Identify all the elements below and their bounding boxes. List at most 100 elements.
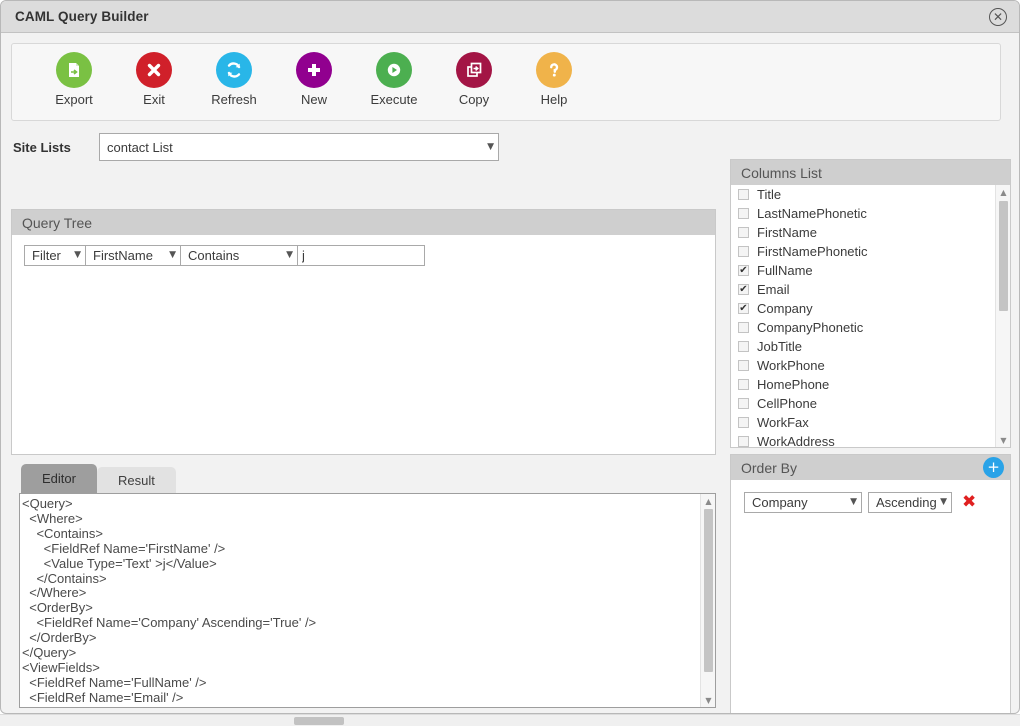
order-by-row: Company ▼ Ascending ▼ ✖: [731, 480, 1010, 513]
column-list-item[interactable]: WorkPhone: [731, 356, 1010, 375]
refresh-button-label: Refresh: [211, 92, 257, 107]
checkbox-unchecked-icon[interactable]: [738, 379, 749, 390]
column-list-item[interactable]: FirstName: [731, 223, 1010, 242]
query-tree-filter-row: Filter ▼ FirstName ▼ Contains ▼: [24, 245, 715, 266]
column-list-item[interactable]: WorkAddress: [731, 432, 1010, 447]
editor-textarea-container[interactable]: <Query> <Where> <Contains> <FieldRef Nam…: [19, 493, 716, 708]
checkbox-unchecked-icon[interactable]: [738, 189, 749, 200]
add-order-by-icon[interactable]: +: [983, 457, 1004, 478]
help-button[interactable]: Help: [514, 52, 594, 106]
filter-field-select[interactable]: FirstName ▼: [85, 245, 181, 266]
copy-button[interactable]: Copy: [434, 52, 514, 106]
editor-scroll-thumb[interactable]: [704, 509, 713, 672]
checkbox-unchecked-icon[interactable]: [738, 246, 749, 257]
exit-button-label: Exit: [143, 92, 165, 107]
checkbox-unchecked-icon[interactable]: [738, 208, 749, 219]
checkbox-unchecked-icon[interactable]: [738, 322, 749, 333]
filter-value-input[interactable]: [297, 245, 425, 266]
column-list-item-label: FirstName: [757, 225, 817, 240]
column-list-item-label: CompanyPhonetic: [757, 320, 864, 335]
column-list-item[interactable]: ✔ Email: [731, 280, 1010, 299]
site-lists-row: Site Lists contact List ▼: [13, 133, 499, 161]
close-window-icon[interactable]: ✕: [989, 7, 1007, 26]
export-button-label: Export: [55, 92, 93, 107]
editor-area: Editor Result <Query> <Where> <Contains>…: [11, 463, 716, 713]
column-list-item-label: HomePhone: [757, 377, 830, 392]
chevron-down-icon: ▼: [487, 141, 494, 152]
columns-items-container: Title LastNamePhonetic FirstName FirstNameP…: [731, 185, 1010, 447]
checkbox-checked-icon[interactable]: ✔: [738, 303, 749, 314]
new-button-label: New: [300, 92, 327, 107]
column-list-item[interactable]: LastNamePhonetic: [731, 204, 1010, 223]
checkbox-unchecked-icon[interactable]: [738, 417, 749, 428]
scroll-down-icon[interactable]: ▼: [996, 433, 1010, 447]
checkbox-unchecked-icon[interactable]: [738, 436, 749, 447]
columns-scroll-thumb[interactable]: [999, 201, 1008, 311]
column-list-item-label: LastNamePhonetic: [757, 206, 867, 221]
refresh-button[interactable]: Refresh: [194, 52, 274, 106]
order-by-panel: Order By + Company ▼ Ascending ▼ ✖: [730, 454, 1011, 713]
tab-editor[interactable]: Editor: [21, 464, 97, 493]
column-list-item[interactable]: CellPhone: [731, 394, 1010, 413]
column-list-item[interactable]: HomePhone: [731, 375, 1010, 394]
query-tree-header: Query Tree: [12, 210, 715, 235]
checkbox-unchecked-icon[interactable]: [738, 341, 749, 352]
editor-vertical-scrollbar[interactable]: ▲ ▼: [700, 494, 715, 707]
execute-button-label: Execute: [370, 92, 418, 107]
caml-query-builder-window: CAML Query Builder ✕ Export Exit Refresh…: [0, 0, 1020, 714]
column-list-item[interactable]: ✔ FullName: [731, 261, 1010, 280]
checkbox-checked-icon[interactable]: ✔: [738, 284, 749, 295]
site-lists-label: Site Lists: [13, 139, 71, 155]
column-list-item-label: WorkAddress: [757, 434, 835, 447]
filter-field-value: FirstName: [93, 248, 153, 263]
page-scroll-thumb[interactable]: [294, 717, 344, 725]
checkbox-unchecked-icon[interactable]: [738, 227, 749, 238]
column-list-item-label: Email: [757, 282, 790, 297]
exit-button[interactable]: Exit: [114, 52, 194, 106]
column-list-item[interactable]: ✔ Company: [731, 299, 1010, 318]
column-list-item[interactable]: CompanyPhonetic: [731, 318, 1010, 337]
columns-vertical-scrollbar[interactable]: ▲ ▼: [995, 185, 1010, 447]
filter-operator-select[interactable]: Contains ▼: [180, 245, 298, 266]
execute-button[interactable]: Execute: [354, 52, 434, 106]
scroll-up-icon[interactable]: ▲: [996, 185, 1010, 199]
export-button[interactable]: Export: [34, 52, 114, 106]
column-list-item-label: JobTitle: [757, 339, 803, 354]
column-list-item[interactable]: FirstNamePhonetic: [731, 242, 1010, 261]
column-list-item-label: FirstNamePhonetic: [757, 244, 868, 259]
columns-list-panel: Columns List Title LastNamePhonetic FirstN…: [730, 159, 1011, 448]
order-by-header-label: Order By: [741, 459, 798, 476]
exit-cross-icon: [136, 52, 172, 88]
checkbox-unchecked-icon[interactable]: [738, 398, 749, 409]
filter-operator-value: Contains: [188, 248, 240, 263]
delete-order-by-icon[interactable]: ✖: [962, 494, 976, 511]
scroll-up-icon[interactable]: ▲: [701, 494, 715, 508]
column-list-item[interactable]: Title: [731, 185, 1010, 204]
checkbox-checked-icon[interactable]: ✔: [738, 265, 749, 276]
order-by-field-select[interactable]: Company ▼: [744, 492, 862, 513]
column-list-item[interactable]: JobTitle: [731, 337, 1010, 356]
column-list-item[interactable]: WorkFax: [731, 413, 1010, 432]
order-by-direction-value: Ascending: [876, 495, 937, 510]
column-list-item-label: CellPhone: [757, 396, 817, 411]
copy-icon: [456, 52, 492, 88]
column-list-item-label: Title: [757, 187, 782, 202]
page-horizontal-scrollbar[interactable]: [0, 714, 1020, 726]
checkbox-unchecked-icon[interactable]: [738, 360, 749, 371]
order-by-field-value: Company: [752, 495, 808, 510]
order-by-direction-select[interactable]: Ascending ▼: [868, 492, 952, 513]
window-titlebar: CAML Query Builder ✕: [1, 1, 1019, 33]
help-question-icon: [536, 52, 572, 88]
columns-list-header: Columns List: [731, 160, 1010, 185]
filter-type-select[interactable]: Filter ▼: [24, 245, 86, 266]
query-tree-panel: Query Tree Filter ▼ FirstName ▼ Contains…: [11, 209, 716, 455]
new-button[interactable]: New: [274, 52, 354, 106]
refresh-icon: [216, 52, 252, 88]
scroll-down-icon[interactable]: ▼: [701, 693, 715, 707]
tab-result[interactable]: Result: [96, 467, 176, 493]
column-list-item-label: WorkFax: [757, 415, 809, 430]
site-lists-select[interactable]: contact List ▼: [99, 133, 499, 161]
column-list-item-label: FullName: [757, 263, 813, 278]
help-button-label: Help: [540, 92, 568, 107]
column-list-item-label: Company: [757, 301, 813, 316]
